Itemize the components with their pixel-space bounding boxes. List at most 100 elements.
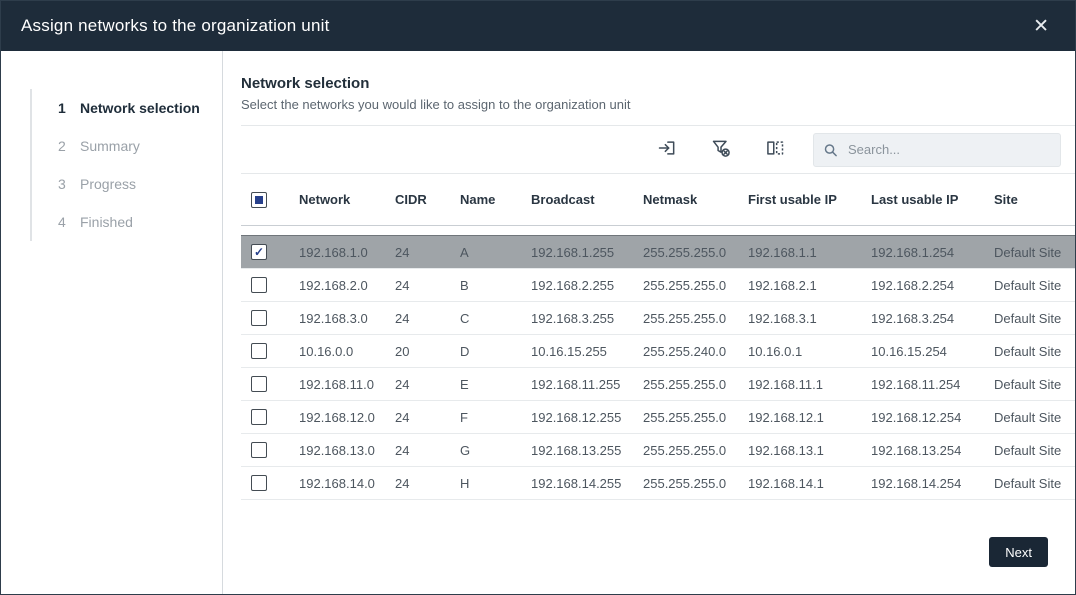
cell-site: Default Site [994,467,1075,500]
row-checkbox[interactable] [251,277,267,293]
cell-cidr: 24 [395,302,460,335]
table-row[interactable]: 192.168.11.024E192.168.11.255255.255.255… [241,368,1075,401]
next-button[interactable]: Next [989,537,1048,567]
row-checkbox[interactable] [251,376,267,392]
cell-last_usable: 192.168.14.254 [871,467,994,500]
column-header-name[interactable]: Name [460,174,531,226]
search-input[interactable] [813,133,1061,167]
cell-first_usable: 192.168.12.1 [748,401,871,434]
table-row[interactable]: 192.168.14.024H192.168.14.255255.255.255… [241,467,1075,500]
assign-network-icon [657,138,677,161]
cell-first_usable: 192.168.13.1 [748,434,871,467]
row-checkbox-cell [241,467,299,500]
column-header-last-usable-ip[interactable]: Last usable IP [871,174,994,226]
cell-broadcast: 192.168.13.255 [531,434,643,467]
row-checkbox[interactable] [251,409,267,425]
search-icon [823,142,838,157]
cell-first_usable: 10.16.0.1 [748,335,871,368]
column-header-first-usable-ip[interactable]: First usable IP [748,174,871,226]
cell-last_usable: 10.16.15.254 [871,335,994,368]
cell-network: 192.168.12.0 [299,401,395,434]
select-all-checkbox[interactable] [251,192,267,208]
manage-columns-button[interactable] [763,136,787,163]
cell-network: 192.168.3.0 [299,302,395,335]
search-box [813,133,1061,167]
column-header-site[interactable]: Site [994,174,1075,226]
row-checkbox[interactable] [251,475,267,491]
cell-broadcast: 192.168.2.255 [531,269,643,302]
wizard-step-finished[interactable]: 4Finished [32,203,222,241]
cell-netmask: 255.255.255.0 [643,302,748,335]
table-row[interactable]: 192.168.12.024F192.168.12.255255.255.255… [241,401,1075,434]
cell-cidr: 24 [395,368,460,401]
step-number: 2 [58,138,80,154]
clear-filter-icon [711,138,731,161]
row-checkbox[interactable] [251,310,267,326]
cell-first_usable: 192.168.1.1 [748,236,871,269]
cell-network: 192.168.11.0 [299,368,395,401]
cell-site: Default Site [994,335,1075,368]
cell-name: D [460,335,531,368]
cell-netmask: 255.255.255.0 [643,368,748,401]
modal-body: 1Network selection2Summary3Progress4Fini… [1,51,1075,594]
cell-last_usable: 192.168.3.254 [871,302,994,335]
clear-filter-button[interactable] [709,136,733,163]
table-row[interactable]: 192.168.13.024G192.168.13.255255.255.255… [241,434,1075,467]
manage-columns-icon [765,138,785,161]
modal-title: Assign networks to the organization unit [21,16,330,36]
networks-table: NetworkCIDRNameBroadcastNetmaskFirst usa… [241,173,1075,500]
row-checkbox-cell [241,269,299,302]
main-panel: Network selection Select the networks yo… [223,51,1075,594]
step-label: Network selection [80,100,200,116]
cell-first_usable: 192.168.3.1 [748,302,871,335]
cell-last_usable: 192.168.13.254 [871,434,994,467]
close-icon: ✕ [1033,16,1049,37]
row-checkbox-cell [241,335,299,368]
wizard-step-network-selection[interactable]: 1Network selection [32,89,222,127]
column-header-netmask[interactable]: Netmask [643,174,748,226]
cell-first_usable: 192.168.2.1 [748,269,871,302]
wizard-step-progress[interactable]: 3Progress [32,165,222,203]
cell-broadcast: 192.168.12.255 [531,401,643,434]
column-header-cidr[interactable]: CIDR [395,174,460,226]
cell-name: G [460,434,531,467]
column-header-broadcast[interactable]: Broadcast [531,174,643,226]
cell-last_usable: 192.168.11.254 [871,368,994,401]
cell-broadcast: 10.16.15.255 [531,335,643,368]
table-toolbar [241,125,1075,173]
cell-network: 192.168.2.0 [299,269,395,302]
table-row[interactable]: 10.16.0.020D10.16.15.255255.255.240.010.… [241,335,1075,368]
cell-name: B [460,269,531,302]
row-checkbox[interactable] [251,343,267,359]
table-body: 192.168.1.024A192.168.1.255255.255.255.0… [241,236,1075,500]
cell-broadcast: 192.168.11.255 [531,368,643,401]
cell-name: A [460,236,531,269]
cell-site: Default Site [994,236,1075,269]
column-header-network[interactable]: Network [299,174,395,226]
cell-broadcast: 192.168.1.255 [531,236,643,269]
cell-name: F [460,401,531,434]
cell-site: Default Site [994,269,1075,302]
cell-broadcast: 192.168.14.255 [531,467,643,500]
step-label: Progress [80,176,136,192]
modal-header: Assign networks to the organization unit… [1,1,1075,51]
cell-network: 192.168.1.0 [299,236,395,269]
cell-last_usable: 192.168.12.254 [871,401,994,434]
cell-network: 10.16.0.0 [299,335,395,368]
assign-network-button[interactable] [655,136,679,163]
section-head: Network selection Select the networks yo… [241,51,1075,112]
cell-cidr: 24 [395,269,460,302]
row-checkbox[interactable] [251,244,267,260]
step-number: 1 [58,100,80,116]
table-row[interactable]: 192.168.3.024C192.168.3.255255.255.255.0… [241,302,1075,335]
close-button[interactable]: ✕ [1027,15,1055,38]
wizard-step-summary[interactable]: 2Summary [32,127,222,165]
table-row[interactable]: 192.168.1.024A192.168.1.255255.255.255.0… [241,236,1075,269]
row-checkbox[interactable] [251,442,267,458]
cell-first_usable: 192.168.14.1 [748,467,871,500]
cell-netmask: 255.255.240.0 [643,335,748,368]
cell-site: Default Site [994,368,1075,401]
table-row[interactable]: 192.168.2.024B192.168.2.255255.255.255.0… [241,269,1075,302]
cell-site: Default Site [994,302,1075,335]
cell-name: C [460,302,531,335]
